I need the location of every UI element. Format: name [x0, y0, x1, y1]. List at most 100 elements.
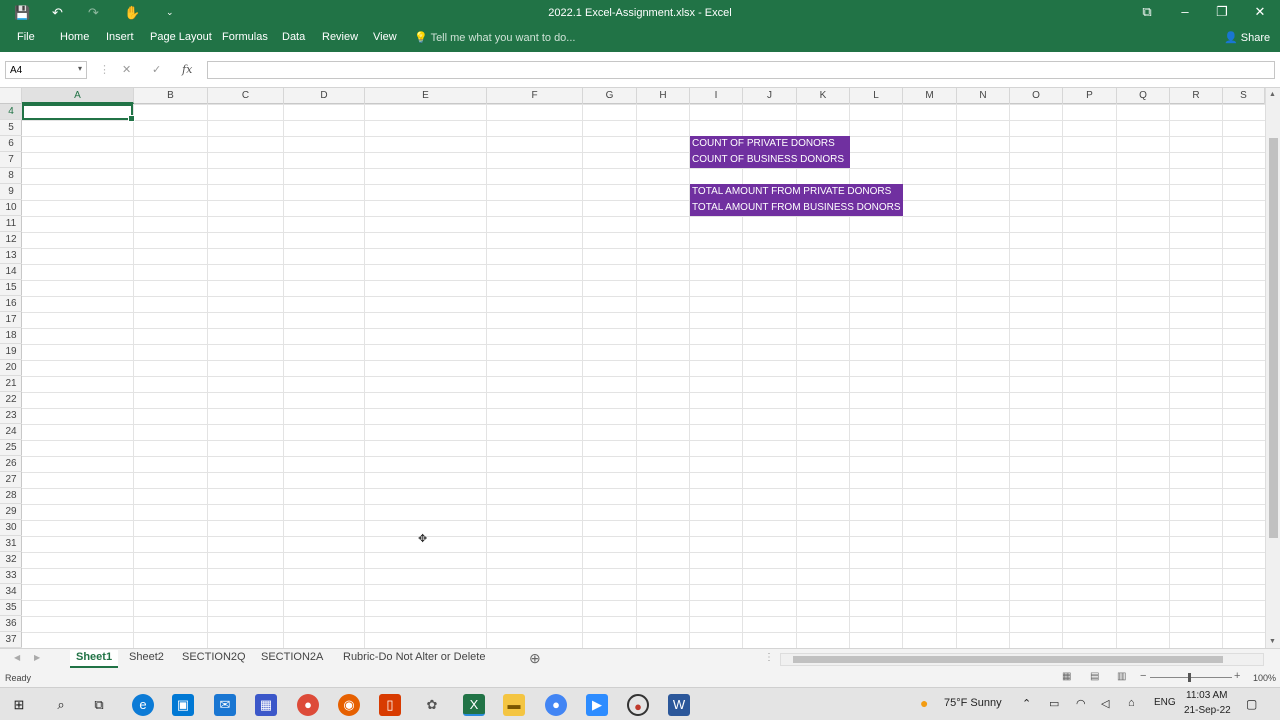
- row-header[interactable]: 29: [0, 504, 22, 520]
- new-sheet-icon[interactable]: ⊕: [529, 650, 541, 667]
- row-header[interactable]: 4: [0, 104, 22, 120]
- tab-page-layout[interactable]: Page Layout: [150, 31, 212, 43]
- minimize-button[interactable]: –: [1175, 4, 1195, 19]
- formula-input[interactable]: [207, 61, 1275, 79]
- row-header[interactable]: 10: [0, 200, 22, 216]
- network-icon[interactable]: ⌂: [1128, 697, 1135, 709]
- column-header-i[interactable]: I: [690, 88, 743, 104]
- scroll-thumb[interactable]: [1269, 138, 1278, 538]
- vertical-scrollbar[interactable]: ▲ ▼: [1265, 88, 1280, 648]
- word-icon[interactable]: W: [668, 694, 690, 716]
- tab-file[interactable]: File: [17, 31, 35, 43]
- windows-start-icon[interactable]: ⊞: [8, 694, 30, 716]
- chevron-down-icon[interactable]: ▾: [78, 64, 82, 73]
- cell-grid[interactable]: COUNT OF PRIVATE DONORS COUNT OF BUSINES…: [22, 104, 1265, 648]
- weather-text[interactable]: 75°F Sunny: [944, 697, 1002, 709]
- row-header[interactable]: 19: [0, 344, 22, 360]
- column-header-g[interactable]: G: [583, 88, 637, 104]
- zoom-out-icon[interactable]: −: [1140, 670, 1146, 682]
- sheet-tab-section2q[interactable]: SECTION2Q: [176, 650, 252, 668]
- cancel-entry-icon[interactable]: ✕: [122, 63, 131, 76]
- column-header-l[interactable]: L: [850, 88, 903, 104]
- clock-time[interactable]: 11:03 AM: [1186, 690, 1228, 701]
- row-header[interactable]: 15: [0, 280, 22, 296]
- row-header[interactable]: 33: [0, 568, 22, 584]
- column-header-f[interactable]: F: [487, 88, 583, 104]
- sun-icon[interactable]: ●: [920, 695, 928, 711]
- scroll-down-icon[interactable]: ▼: [1269, 638, 1276, 645]
- zoom-app-icon[interactable]: ▶: [586, 694, 608, 716]
- edge-browser-icon[interactable]: e: [132, 694, 154, 716]
- tab-review[interactable]: Review: [322, 31, 358, 43]
- column-header-h[interactable]: H: [637, 88, 690, 104]
- row-header[interactable]: 27: [0, 472, 22, 488]
- page-break-view-icon[interactable]: ▥: [1117, 671, 1126, 682]
- close-button[interactable]: ✕: [1250, 4, 1270, 20]
- store-icon[interactable]: ▣: [172, 694, 194, 716]
- row-header[interactable]: 35: [0, 600, 22, 616]
- normal-view-icon[interactable]: ▦: [1062, 671, 1071, 682]
- row-header[interactable]: 23: [0, 408, 22, 424]
- row-header[interactable]: 36: [0, 616, 22, 632]
- enter-entry-icon[interactable]: ✓: [152, 63, 161, 76]
- column-header-e[interactable]: E: [365, 88, 487, 104]
- tab-home[interactable]: Home: [60, 31, 89, 43]
- chrome-profile-icon[interactable]: ●: [545, 694, 567, 716]
- column-header-k[interactable]: K: [797, 88, 850, 104]
- column-header-a[interactable]: A: [22, 88, 134, 104]
- app-icon[interactable]: ✿: [421, 694, 443, 716]
- calculator-icon[interactable]: ▦: [255, 694, 277, 716]
- row-header[interactable]: 13: [0, 248, 22, 264]
- row-header[interactable]: 28: [0, 488, 22, 504]
- row-header[interactable]: 24: [0, 424, 22, 440]
- tab-insert[interactable]: Insert: [106, 31, 134, 43]
- task-view-icon[interactable]: ⧉: [88, 694, 110, 716]
- column-header-q[interactable]: Q: [1117, 88, 1170, 104]
- row-header[interactable]: 14: [0, 264, 22, 280]
- battery-icon[interactable]: ▭: [1049, 697, 1059, 710]
- scroll-thumb[interactable]: [793, 656, 1223, 663]
- row-header[interactable]: 17: [0, 312, 22, 328]
- mail-icon[interactable]: ✉: [214, 694, 236, 716]
- page-layout-view-icon[interactable]: ▤: [1090, 671, 1099, 682]
- wifi-icon[interactable]: ◠: [1076, 697, 1086, 710]
- chrome-icon[interactable]: ●: [297, 694, 319, 716]
- row-header[interactable]: 32: [0, 552, 22, 568]
- search-icon[interactable]: ⌕: [50, 694, 72, 716]
- zoom-level[interactable]: 100%: [1253, 673, 1276, 683]
- tell-me-box[interactable]: 💡 Tell me what you want to do...: [414, 31, 575, 44]
- volume-icon[interactable]: ◁: [1101, 697, 1109, 710]
- select-all-corner[interactable]: [0, 88, 22, 104]
- cell-i6[interactable]: COUNT OF PRIVATE DONORS: [692, 136, 850, 152]
- restore-button[interactable]: ❐: [1212, 4, 1232, 20]
- column-header-b[interactable]: B: [134, 88, 208, 104]
- next-sheet-icon[interactable]: ▶: [34, 653, 40, 662]
- tab-data[interactable]: Data: [282, 31, 305, 43]
- row-header[interactable]: 8: [0, 168, 22, 184]
- row-header[interactable]: 26: [0, 456, 22, 472]
- language-indicator[interactable]: ENG: [1154, 697, 1176, 708]
- column-header-j[interactable]: J: [743, 88, 797, 104]
- column-header-s[interactable]: S: [1223, 88, 1265, 104]
- row-header[interactable]: 37: [0, 632, 22, 648]
- row-header[interactable]: 25: [0, 440, 22, 456]
- row-header[interactable]: 34: [0, 584, 22, 600]
- insert-function-icon[interactable]: fx: [182, 63, 192, 76]
- zoom-in-icon[interactable]: +: [1234, 670, 1240, 682]
- row-header[interactable]: 16: [0, 296, 22, 312]
- row-header[interactable]: 18: [0, 328, 22, 344]
- cell-i9[interactable]: TOTAL AMOUNT FROM PRIVATE DONORS: [692, 184, 903, 200]
- notification-icon[interactable]: ▢: [1246, 697, 1257, 711]
- column-header-m[interactable]: M: [903, 88, 957, 104]
- horizontal-scrollbar[interactable]: [780, 653, 1264, 666]
- sheet-tab-section2a[interactable]: SECTION2A: [255, 650, 329, 668]
- screen-recorder-icon[interactable]: ●: [627, 694, 649, 716]
- scroll-up-icon[interactable]: ▲: [1269, 91, 1276, 98]
- row-header[interactable]: 5: [0, 120, 22, 136]
- row-header[interactable]: 20: [0, 360, 22, 376]
- row-header[interactable]: 22: [0, 392, 22, 408]
- tab-view[interactable]: View: [373, 31, 397, 43]
- column-header-d[interactable]: D: [284, 88, 365, 104]
- zoom-slider-thumb[interactable]: [1188, 673, 1191, 682]
- row-header[interactable]: 6: [0, 136, 22, 152]
